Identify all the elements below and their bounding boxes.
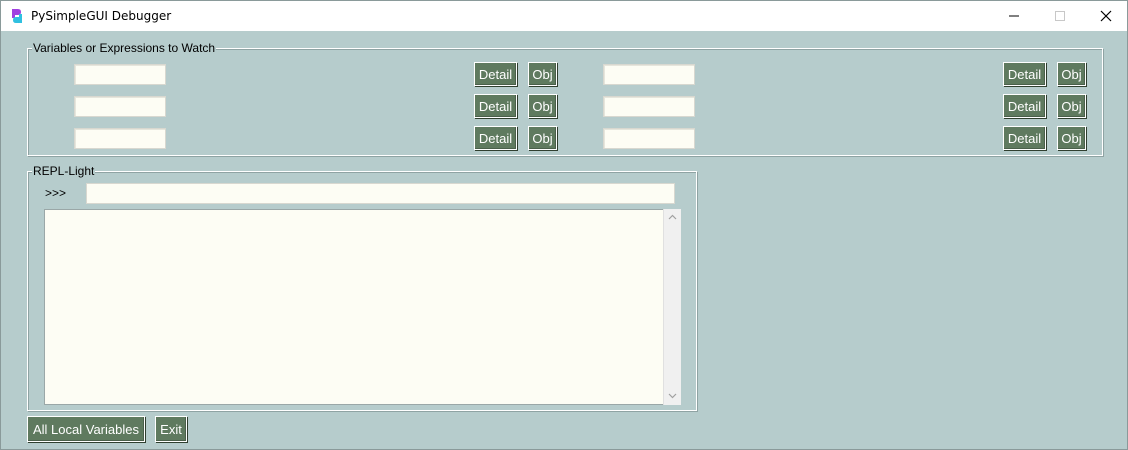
watch-input-right-1[interactable]	[603, 64, 695, 85]
exit-button[interactable]: Exit	[155, 416, 187, 442]
all-local-variables-button[interactable]: All Local Variables	[27, 416, 145, 442]
detail-button-left-1[interactable]: Detail	[474, 62, 517, 86]
repl-frame-label: REPL-Light	[32, 164, 96, 178]
watch-frame-label: Variables or Expressions to Watch	[32, 41, 217, 55]
detail-button-left-3[interactable]: Detail	[474, 126, 517, 150]
repl-prompt: >>>	[45, 186, 67, 200]
maximize-icon	[1055, 11, 1065, 21]
detail-button-right-3[interactable]: Detail	[1003, 126, 1046, 150]
title-bar[interactable]: PySimpleGUI Debugger	[1, 1, 1127, 31]
obj-button-right-2[interactable]: Obj	[1057, 94, 1086, 118]
window-title: PySimpleGUI Debugger	[31, 9, 172, 23]
watch-input-left-3[interactable]	[74, 128, 166, 149]
watch-input-left-1[interactable]	[74, 64, 166, 85]
debugger-window: PySimpleGUI Debugger Variables or Expres…	[0, 0, 1128, 450]
detail-button-right-1[interactable]: Detail	[1003, 62, 1046, 86]
minimize-icon	[1009, 15, 1019, 17]
maximize-button[interactable]	[1037, 1, 1083, 31]
obj-button-left-2[interactable]: Obj	[528, 94, 557, 118]
scroll-down-button[interactable]	[664, 388, 681, 405]
repl-output[interactable]	[44, 209, 664, 405]
watch-input-right-3[interactable]	[603, 128, 695, 149]
repl-output-scrollbar[interactable]	[663, 209, 681, 405]
obj-button-left-3[interactable]: Obj	[528, 126, 557, 150]
watch-frame: Variables or Expressions to Watch	[27, 41, 1103, 156]
obj-button-right-3[interactable]: Obj	[1057, 126, 1086, 150]
chevron-up-icon	[668, 214, 677, 220]
chevron-down-icon	[668, 393, 677, 399]
watch-input-right-2[interactable]	[603, 96, 695, 117]
close-icon	[1100, 10, 1112, 22]
obj-button-right-1[interactable]: Obj	[1057, 62, 1086, 86]
detail-button-right-2[interactable]: Detail	[1003, 94, 1046, 118]
obj-button-left-1[interactable]: Obj	[528, 62, 557, 86]
pysimplegui-logo-icon	[9, 8, 25, 24]
close-button[interactable]	[1083, 1, 1128, 31]
repl-input[interactable]	[86, 183, 675, 204]
minimize-button[interactable]	[991, 1, 1037, 31]
watch-input-left-2[interactable]	[74, 96, 166, 117]
detail-button-left-2[interactable]: Detail	[474, 94, 517, 118]
scroll-up-button[interactable]	[664, 209, 681, 226]
